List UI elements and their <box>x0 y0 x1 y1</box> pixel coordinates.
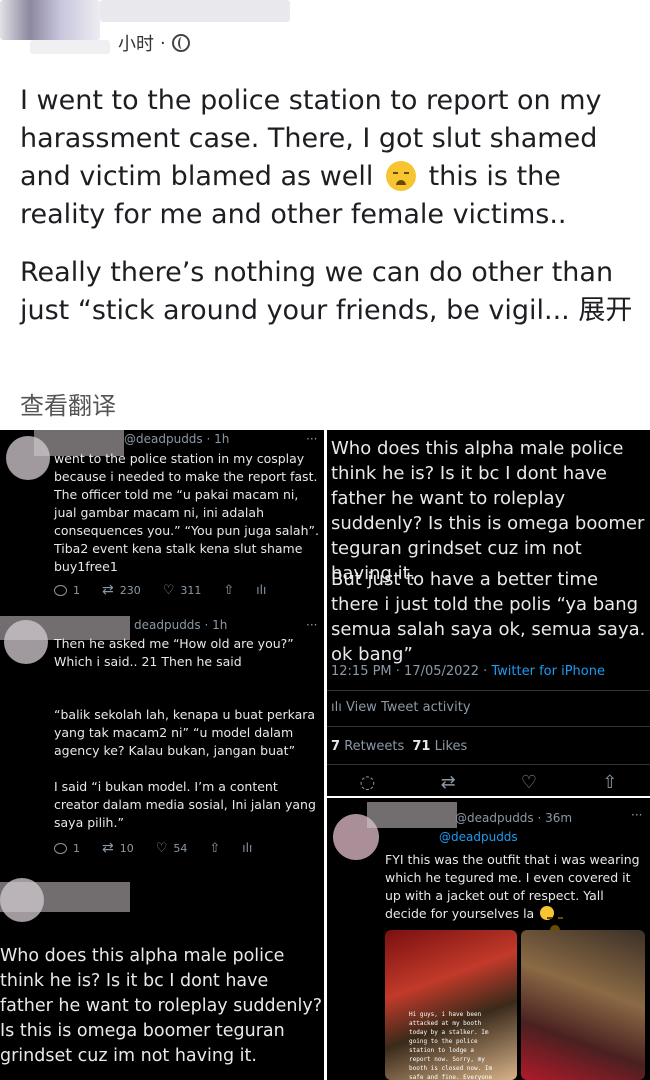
tweet1-actions: 1 ⇄ 230 ♡ 311 ⇧ ılı <box>54 582 288 598</box>
share-icon[interactable]: ⇧ <box>602 772 617 793</box>
tweet1-text: went to the police station in my cosplay… <box>54 451 319 574</box>
post-paragraph-1: I went to the police station to report o… <box>20 82 635 234</box>
like-count: 54 <box>173 841 188 855</box>
retweet-icon[interactable]: ⇄ <box>441 772 456 793</box>
divider <box>327 690 650 691</box>
retweet-button[interactable]: ⇄ 10 <box>102 840 134 856</box>
tweet1-more-icon[interactable]: ··· <box>306 432 317 446</box>
story-text: Hi guys, i have been attacked at my boot… <box>409 1011 493 1080</box>
share-button[interactable]: ⇧ <box>223 583 234 598</box>
analytics-icon: ılı <box>242 841 253 855</box>
tweet1-handle: @deadpudds · 1h <box>124 432 230 446</box>
blurred-author-name-2 <box>30 40 110 54</box>
share-icon: ⇧ <box>209 840 221 856</box>
reply-icon[interactable]: ◌ <box>360 772 376 793</box>
globe-icon <box>171 34 190 52</box>
source-link[interactable]: Twitter for iPhone <box>491 664 605 679</box>
detail-text-1: Who does this alpha male police think he… <box>331 438 645 584</box>
cosplay-photo[interactable] <box>521 930 645 1080</box>
likes-label: Likes <box>434 739 468 754</box>
tweet2-text-3: I said “i bukan model. I’m a content cre… <box>54 779 316 830</box>
timestamp-text: 12:15 PM · 17/05/2022 · <box>331 664 492 679</box>
reply-count: 1 <box>73 841 80 855</box>
retweet-button[interactable]: ⇄ 230 <box>102 582 141 598</box>
activity-label: View Tweet activity <box>345 700 471 715</box>
reply-count: 1 <box>73 583 80 597</box>
detail-actions: ◌ ⇄ ♡ ⇧ <box>327 772 650 793</box>
heart-icon[interactable]: ♡ <box>521 772 537 793</box>
reply-icon <box>54 842 67 854</box>
translate-link[interactable]: 查看翻译 <box>20 386 116 421</box>
reply-text: FYI this was the outfit that i was weari… <box>385 851 647 930</box>
retweet-count: 10 <box>119 841 134 855</box>
reply-handle: @deadpudds · 36m <box>455 811 573 825</box>
tweet2-more-icon[interactable]: ··· <box>306 618 317 632</box>
tweet2-text-2: “balik sekolah lah, kenapa u buat perkar… <box>54 707 316 758</box>
sleepy-face-emoji-icon <box>540 906 561 930</box>
post-header: 小时 · <box>0 0 650 62</box>
post-time[interactable]: 小时 <box>118 30 154 56</box>
screenshot-right-tweet-detail: Who does this alpha male police think he… <box>327 430 650 796</box>
heart-icon: ♡ <box>155 840 168 856</box>
analytics-button[interactable]: ılı <box>242 841 252 855</box>
retweet-count: 230 <box>119 583 141 597</box>
engagement-stats: 7 Retweets 71 Likes <box>331 739 467 754</box>
screenshot-right-reply: @deadpudds · 36m ··· @deadpudds FYI this… <box>327 798 650 1080</box>
post-text-2: Really there’s nothing we can do other t… <box>20 257 614 326</box>
detail-timestamp: 12:15 PM · 17/05/2022 · Twitter for iPho… <box>331 664 605 679</box>
divider <box>327 764 650 765</box>
divider <box>327 726 650 727</box>
blurred-author-name <box>100 0 290 22</box>
retweets-count[interactable]: 7 <box>331 739 340 754</box>
like-button[interactable]: ♡ 54 <box>156 841 188 856</box>
reply-more-icon[interactable]: ··· <box>631 808 642 822</box>
analytics-icon: ılı <box>331 700 346 715</box>
meta-dot: · <box>160 32 166 54</box>
detail-text-2: But just to have a better time there i j… <box>331 569 646 665</box>
analytics-button[interactable]: ılı <box>256 583 266 597</box>
heart-icon: ♡ <box>162 582 175 598</box>
post-meta: 小时 · <box>118 30 190 56</box>
like-button[interactable]: ♡ 311 <box>163 583 202 598</box>
reply-icon <box>54 584 67 596</box>
tweet2-text-1: Then he asked me “How old are you?” Whic… <box>54 636 294 669</box>
reply-button[interactable]: 1 <box>54 584 80 597</box>
post-body: I went to the police station to report o… <box>20 82 635 350</box>
reply-button[interactable]: 1 <box>54 842 80 855</box>
view-activity-link[interactable]: ılı View Tweet activity <box>331 700 471 715</box>
analytics-icon: ılı <box>256 583 267 597</box>
tweet2-actions: 1 ⇄ 10 ♡ 54 ⇧ ılı <box>54 840 274 856</box>
screenshot-left-thread: @deadpudds · 1h ··· went to the police s… <box>0 430 324 1080</box>
share-icon: ⇧ <box>223 582 235 598</box>
reply-photos[interactable]: Hi guys, i have been attacked at my boot… <box>385 930 645 1080</box>
likes-count[interactable]: 71 <box>412 739 430 754</box>
sleepy-face-emoji-icon <box>385 161 416 191</box>
tweet2-handle: deadpudds · 1h <box>134 618 228 632</box>
blurred-avatar <box>0 0 100 40</box>
expand-link[interactable]: 展开 <box>578 295 632 326</box>
like-count: 311 <box>180 583 202 597</box>
retweets-label: Retweets <box>344 739 405 754</box>
retweet-icon: ⇄ <box>102 840 114 856</box>
retweet-icon: ⇄ <box>102 582 114 598</box>
share-button[interactable]: ⇧ <box>209 841 220 856</box>
tweet3-text: Who does this alpha male police think he… <box>0 946 323 1066</box>
post-paragraph-2: Really there’s nothing we can do other t… <box>20 254 635 330</box>
replying-to: @deadpudds <box>439 830 518 844</box>
blurred-name <box>0 882 130 912</box>
blurred-name <box>367 802 457 828</box>
mention-link[interactable]: @deadpudds <box>439 830 518 844</box>
reply-text-body: FYI this was the outfit that i was weari… <box>385 852 640 921</box>
story-photo[interactable]: Hi guys, i have been attacked at my boot… <box>385 930 517 1080</box>
